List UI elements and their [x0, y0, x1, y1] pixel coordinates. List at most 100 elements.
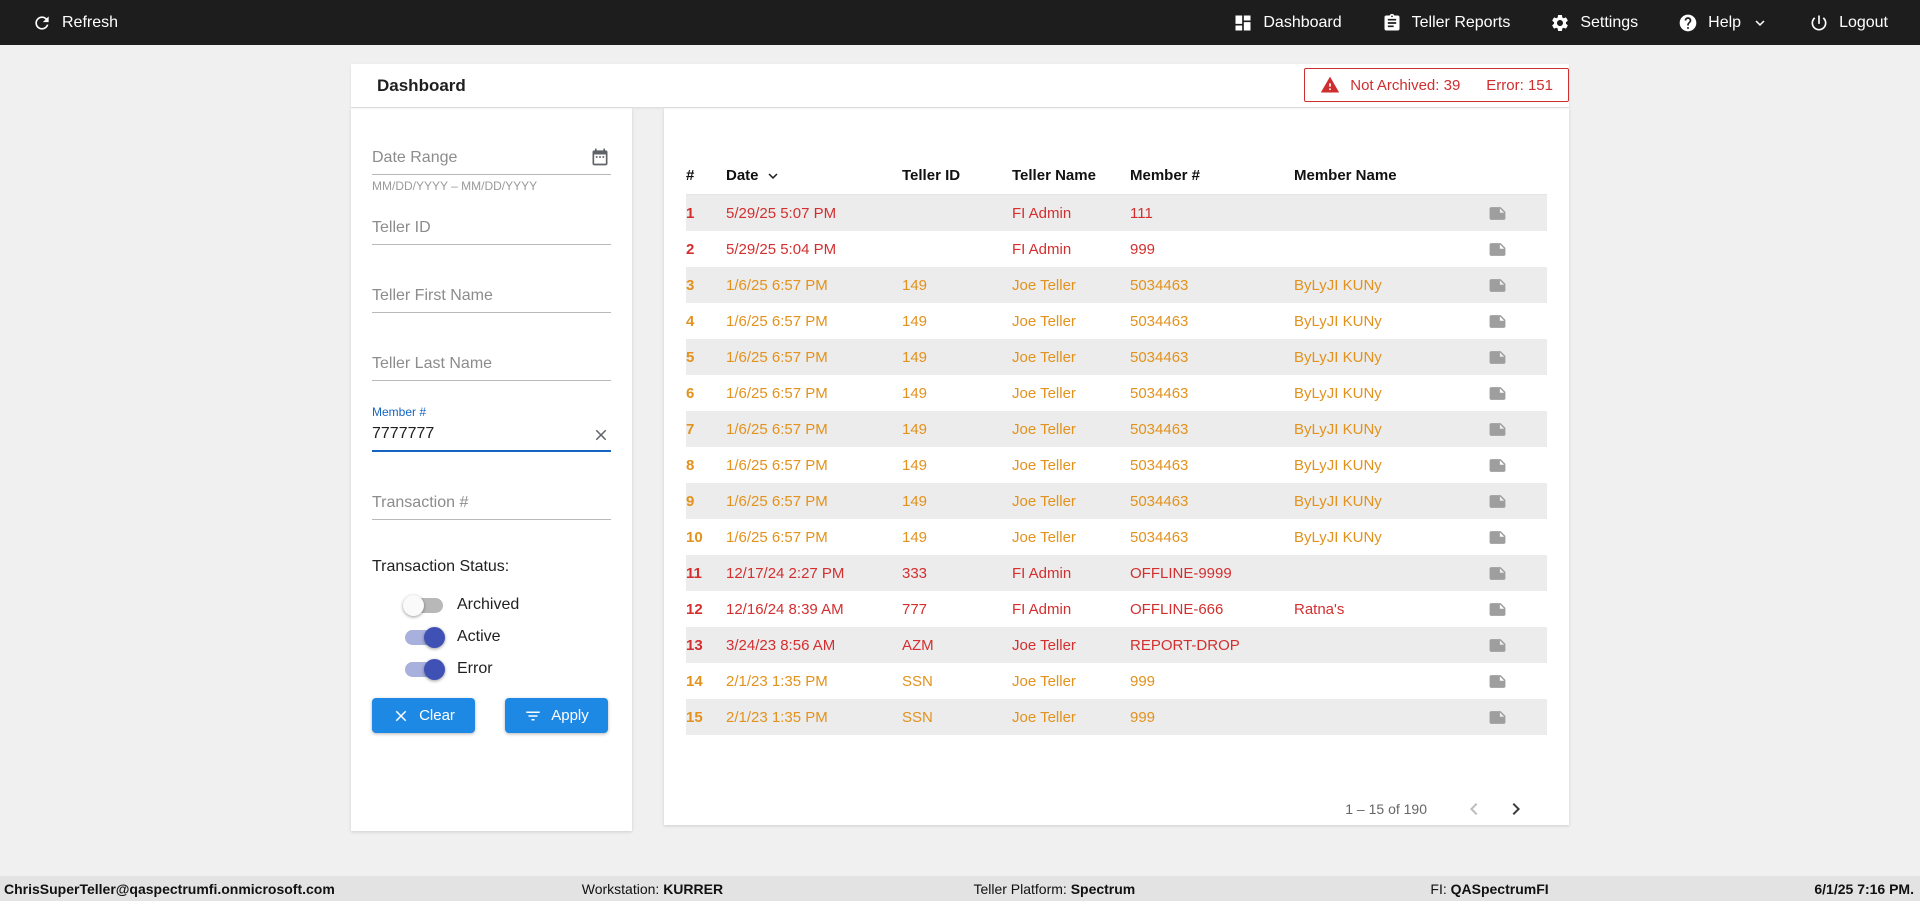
note-icon[interactable]: [1488, 348, 1507, 367]
nav-logout-label: Logout: [1839, 14, 1888, 32]
error-count: Error: 151: [1486, 77, 1553, 94]
active-toggle[interactable]: [405, 630, 443, 645]
transaction-number-input[interactable]: [372, 490, 611, 520]
table-row[interactable]: 51/6/25 6:57 PM149Joe Teller5034463ByLyJ…: [686, 339, 1547, 375]
next-page-button[interactable]: [1495, 797, 1537, 821]
cell-date: 12/16/24 8:39 AM: [726, 601, 902, 618]
col-member-name[interactable]: Member Name: [1294, 167, 1481, 184]
note-icon[interactable]: [1488, 528, 1507, 547]
table-row[interactable]: 152/1/23 1:35 PMSSNJoe Teller999: [686, 699, 1547, 735]
toggle-row-active: Active: [405, 628, 611, 646]
table-row[interactable]: 31/6/25 6:57 PM149Joe Teller5034463ByLyJ…: [686, 267, 1547, 303]
warning-icon: [1320, 75, 1340, 95]
chevron-down-icon: [1751, 14, 1769, 32]
col-number[interactable]: #: [686, 167, 726, 184]
cell-member-number: 5034463: [1130, 529, 1294, 546]
cell-row-number: 14: [686, 673, 726, 690]
table-row[interactable]: 25/29/25 5:04 PMFI Admin999: [686, 231, 1547, 267]
nav-logout[interactable]: Logout: [1809, 13, 1888, 33]
table-row[interactable]: 61/6/25 6:57 PM149Joe Teller5034463ByLyJ…: [686, 375, 1547, 411]
nav-teller-reports[interactable]: Teller Reports: [1382, 13, 1511, 33]
teller-id-input[interactable]: [372, 215, 611, 245]
clipboard-icon: [1382, 13, 1402, 33]
previous-page-button[interactable]: [1453, 797, 1495, 821]
note-icon[interactable]: [1488, 312, 1507, 331]
table-row[interactable]: 41/6/25 6:57 PM149Joe Teller5034463ByLyJ…: [686, 303, 1547, 339]
note-icon[interactable]: [1488, 240, 1507, 259]
table-row[interactable]: 71/6/25 6:57 PM149Joe Teller5034463ByLyJ…: [686, 411, 1547, 447]
date-format-hint: MM/DD/YYYY – MM/DD/YYYY: [372, 179, 611, 193]
teller-last-name-input[interactable]: [372, 351, 611, 381]
gear-icon: [1550, 13, 1570, 33]
cell-row-number: 6: [686, 385, 726, 402]
cell-member-number: OFFLINE-666: [1130, 601, 1294, 618]
nav-help[interactable]: Help: [1678, 13, 1769, 33]
cell-date: 2/1/23 1:35 PM: [726, 673, 902, 690]
note-icon[interactable]: [1488, 456, 1507, 475]
col-teller-name[interactable]: Teller Name: [1012, 167, 1130, 184]
status-alert-badge: Not Archived: 39 Error: 151: [1304, 68, 1569, 102]
calendar-icon[interactable]: [590, 147, 610, 167]
cell-teller-name: FI Admin: [1012, 205, 1130, 222]
cell-date: 1/6/25 6:57 PM: [726, 529, 902, 546]
note-icon[interactable]: [1488, 384, 1507, 403]
page-title: Dashboard: [377, 76, 466, 96]
cell-row-number: 9: [686, 493, 726, 510]
clear-button[interactable]: Clear: [372, 698, 475, 733]
nav-help-label: Help: [1708, 14, 1741, 32]
refresh-button[interactable]: Refresh: [32, 13, 118, 33]
cell-teller-name: FI Admin: [1012, 565, 1130, 582]
table-row[interactable]: 1212/16/24 8:39 AM777FI AdminOFFLINE-666…: [686, 591, 1547, 627]
note-icon[interactable]: [1488, 276, 1507, 295]
cell-member-number: 5034463: [1130, 313, 1294, 330]
cell-member-number: OFFLINE-9999: [1130, 565, 1294, 582]
cell-teller-id: AZM: [902, 637, 1012, 654]
cell-member-number: 5034463: [1130, 457, 1294, 474]
cell-teller-id: 149: [902, 529, 1012, 546]
table-row[interactable]: 91/6/25 6:57 PM149Joe Teller5034463ByLyJ…: [686, 483, 1547, 519]
col-teller-id[interactable]: Teller ID: [902, 167, 1012, 184]
note-icon[interactable]: [1488, 420, 1507, 439]
error-toggle[interactable]: [405, 662, 443, 677]
date-range-input[interactable]: [372, 145, 611, 175]
teller-first-name-input[interactable]: [372, 283, 611, 313]
cell-date: 1/6/25 6:57 PM: [726, 313, 902, 330]
nav-settings[interactable]: Settings: [1550, 13, 1638, 33]
date-range-field: [372, 145, 611, 175]
cell-row-number: 12: [686, 601, 726, 618]
table-row[interactable]: 133/24/23 8:56 AMAZMJoe TellerREPORT-DRO…: [686, 627, 1547, 663]
note-icon[interactable]: [1488, 600, 1507, 619]
apply-button[interactable]: Apply: [505, 698, 608, 733]
nav-dashboard[interactable]: Dashboard: [1233, 13, 1341, 33]
transaction-status-label: Transaction Status:: [372, 558, 611, 576]
table-row[interactable]: 1112/17/24 2:27 PM333FI AdminOFFLINE-999…: [686, 555, 1547, 591]
table-row[interactable]: 101/6/25 6:57 PM149Joe Teller5034463ByLy…: [686, 519, 1547, 555]
note-icon[interactable]: [1488, 564, 1507, 583]
note-icon[interactable]: [1488, 672, 1507, 691]
table-row[interactable]: 142/1/23 1:35 PMSSNJoe Teller999: [686, 663, 1547, 699]
archived-toggle[interactable]: [405, 598, 443, 613]
cell-member-name: ByLyJI KUNy: [1294, 493, 1481, 510]
table-row[interactable]: 15/29/25 5:07 PMFI Admin111: [686, 195, 1547, 231]
note-icon[interactable]: [1488, 636, 1507, 655]
cell-member-number: 999: [1130, 241, 1294, 258]
note-icon[interactable]: [1488, 492, 1507, 511]
cell-teller-name: Joe Teller: [1012, 421, 1130, 438]
not-archived-count: Not Archived: 39: [1350, 77, 1460, 94]
member-number-input[interactable]: [372, 421, 611, 452]
table-row[interactable]: 81/6/25 6:57 PM149Joe Teller5034463ByLyJ…: [686, 447, 1547, 483]
platform-value: Spectrum: [1071, 881, 1136, 897]
status-bar: ChrisSuperTeller@qaspectrumfi.onmicrosof…: [0, 876, 1920, 901]
cell-teller-name: Joe Teller: [1012, 673, 1130, 690]
cell-teller-name: FI Admin: [1012, 601, 1130, 618]
clear-member-icon[interactable]: [592, 426, 610, 444]
note-icon[interactable]: [1488, 708, 1507, 727]
toggle-row-archived: Archived: [405, 596, 611, 614]
col-member-number[interactable]: Member #: [1130, 167, 1294, 184]
note-icon[interactable]: [1488, 204, 1507, 223]
transactions-table: # Date Teller ID Teller Name Member # Me…: [664, 108, 1569, 825]
col-date[interactable]: Date: [726, 167, 902, 185]
apply-button-label: Apply: [551, 707, 589, 724]
logged-in-user: ChrisSuperTeller@qaspectrumfi.onmicrosof…: [4, 881, 335, 897]
cell-teller-id: 149: [902, 493, 1012, 510]
